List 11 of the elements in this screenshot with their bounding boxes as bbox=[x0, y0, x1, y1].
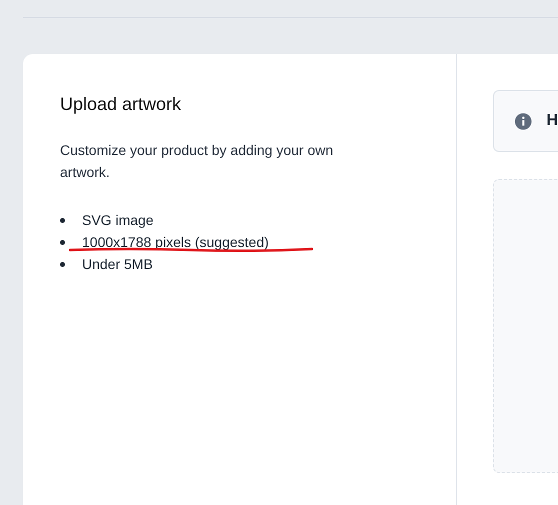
panel-description: Customize your product by adding your own artwork. bbox=[60, 141, 334, 182]
panel-title: Upload artwork bbox=[60, 94, 182, 115]
drop-zone[interactable] bbox=[493, 179, 558, 473]
requirement-text: SVG image bbox=[82, 212, 154, 228]
banner-text: H bbox=[546, 112, 558, 130]
bullet-icon bbox=[60, 218, 65, 222]
bullet-icon bbox=[60, 262, 65, 266]
info-icon bbox=[514, 112, 532, 130]
requirement-text: 1000x1788 pixels (suggested) bbox=[82, 234, 269, 250]
requirement-text: Under 5MB bbox=[82, 256, 153, 272]
bullet-icon bbox=[60, 240, 65, 244]
